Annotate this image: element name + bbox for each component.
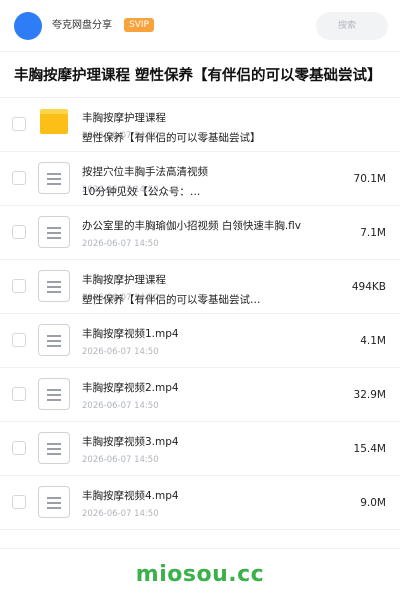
site-watermark: miosou.cc xyxy=(135,562,265,587)
file-size: 15.4M xyxy=(353,443,386,455)
folder-icon xyxy=(40,109,68,134)
document-icon xyxy=(38,378,70,410)
top-bar: 夸克网盘分享 SVIP 搜索 xyxy=(0,0,400,52)
share-owner-name: 夸克网盘分享 xyxy=(52,20,112,31)
file-date: 2026-06-07 14:50 xyxy=(82,455,159,465)
document-icon xyxy=(38,270,70,302)
file-name: 丰胸按摩护理课程 xyxy=(82,112,166,124)
file-date: 2026-06-07 14:50 xyxy=(82,401,159,411)
file-name: 办公室里的丰胸瑜伽小招视频 白领快速丰胸.flv xyxy=(82,220,302,232)
file-date: 2026-06-07 14:50 xyxy=(82,239,159,249)
file-size: 70.1M xyxy=(353,173,386,185)
file-size: 7.1M xyxy=(360,227,386,239)
document-icon xyxy=(38,162,70,194)
file-row[interactable]: 按捏穴位丰胸手法高清视频 2026-06-07 14:50 10分钟见效【公众号：…… xyxy=(0,152,400,206)
select-checkbox[interactable] xyxy=(12,117,26,131)
select-checkbox[interactable] xyxy=(12,495,26,509)
select-checkbox[interactable] xyxy=(12,225,26,239)
file-row[interactable]: 丰胸按摩视频2.mp4 2026-06-07 14:50 32.9M xyxy=(0,368,400,422)
file-name: 丰胸按摩护理课程 xyxy=(82,274,166,286)
file-size: 4.1M xyxy=(360,335,386,347)
document-icon xyxy=(38,324,70,356)
select-checkbox[interactable] xyxy=(12,333,26,347)
file-date: 2026-06-07 14:50 xyxy=(82,509,159,519)
search-input[interactable]: 搜索 xyxy=(316,12,388,40)
file-name: 丰胸按摩视频3.mp4 xyxy=(82,436,179,448)
file-name: 丰胸按摩视频1.mp4 xyxy=(82,328,179,340)
file-date: 2026-06-07 14:50 xyxy=(82,347,159,357)
file-name-continued: 10分钟见效【公众号：… xyxy=(82,186,201,198)
file-row[interactable]: 丰胸按摩视频4.mp4 2026-06-07 14:50 9.0M xyxy=(0,476,400,530)
file-list: 丰胸按摩护理课程 2026-06-07 14:50 塑性保养【有伴侣的可以零基础尝试… xyxy=(0,98,400,530)
svip-badge: SVIP xyxy=(124,18,154,32)
file-row[interactable]: 丰胸按摩护理课程 2026-06-07 14:50 塑性保养【有伴侣的可以零基础尝试… xyxy=(0,98,400,152)
select-checkbox[interactable] xyxy=(12,441,26,455)
document-icon xyxy=(38,486,70,518)
document-icon xyxy=(38,216,70,248)
document-icon xyxy=(38,432,70,464)
file-row[interactable]: 丰胸按摩视频3.mp4 2026-06-07 14:50 15.4M xyxy=(0,422,400,476)
file-size: 9.0M xyxy=(360,497,386,509)
file-name: 丰胸按摩视频4.mp4 xyxy=(82,490,179,502)
select-checkbox[interactable] xyxy=(12,171,26,185)
page-title: 丰胸按摩护理课程 塑性保养【有伴侣的可以零基础尝试】 xyxy=(14,68,382,84)
file-name-continued: 塑性保养【有伴侣的可以零基础尝试】 xyxy=(82,132,261,144)
file-size: 32.9M xyxy=(353,389,386,401)
file-name: 丰胸按摩视频2.mp4 xyxy=(82,382,179,394)
file-row[interactable]: 丰胸按摩视频1.mp4 2026-06-07 14:50 4.1M xyxy=(0,314,400,368)
file-size: 494KB xyxy=(351,281,386,293)
footer: miosou.cc xyxy=(0,548,400,600)
file-row[interactable]: 丰胸按摩护理课程 2026-06-07 14:50 塑性保养【有伴侣的可以零基础尝试… xyxy=(0,260,400,314)
avatar[interactable] xyxy=(14,12,42,40)
file-row[interactable]: 办公室里的丰胸瑜伽小招视频 白领快速丰胸.flv 2026-06-07 14:50… xyxy=(0,206,400,260)
file-name-continued: 塑性保养【有伴侣的可以零基础尝试… xyxy=(82,294,261,306)
select-checkbox[interactable] xyxy=(12,387,26,401)
select-checkbox[interactable] xyxy=(12,279,26,293)
file-name: 按捏穴位丰胸手法高清视频 xyxy=(82,166,208,178)
title-section: 丰胸按摩护理课程 塑性保养【有伴侣的可以零基础尝试】 xyxy=(0,52,400,98)
